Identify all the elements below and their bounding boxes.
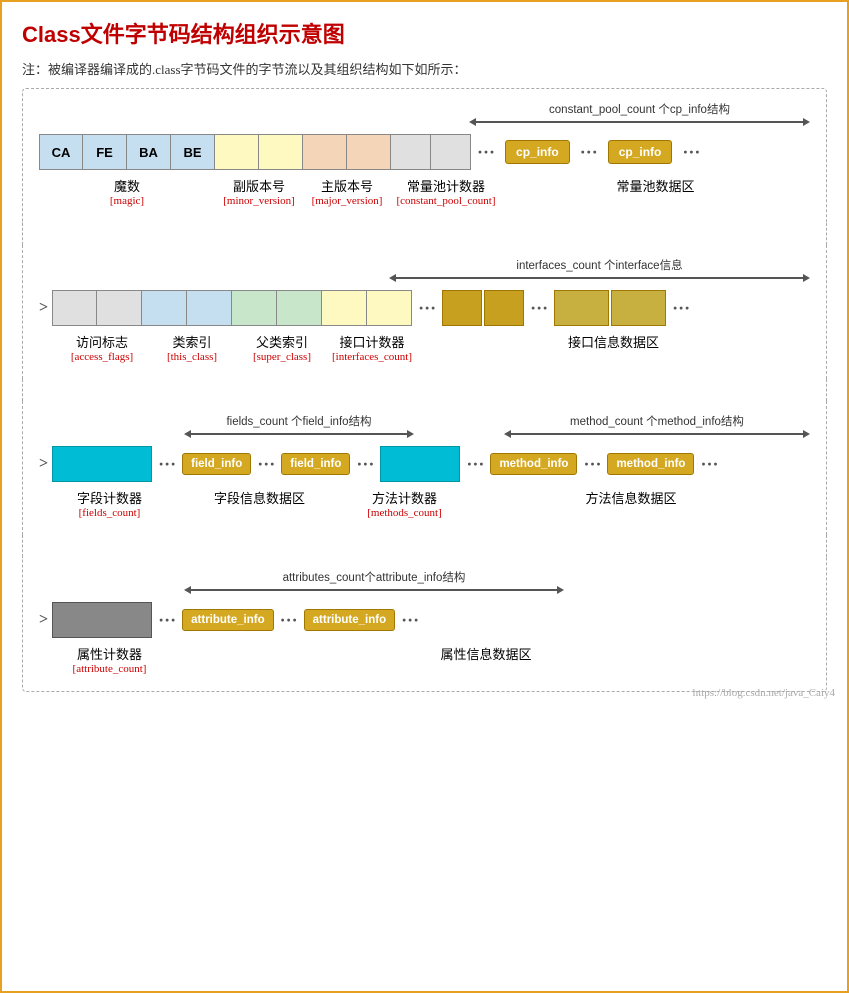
byte-attr-count [52, 602, 152, 638]
byte-BA: BA [127, 134, 171, 170]
s2-arrow-indicator: > [39, 299, 48, 317]
byte-minor2 [259, 134, 303, 170]
attribute-info-2: attribute_info [304, 609, 395, 631]
s4-bytes-row: > ··· attribute_info ··· attribute_info … [39, 602, 810, 638]
label-major-version: 主版本号 [major_version] [303, 176, 391, 207]
dots-s4-2: ··· [274, 610, 304, 631]
page-container: Class文件字节码结构组织示意图 注：被编译器编译成的.class字节码文件的… [2, 2, 847, 707]
label-interfaces-count: 接口计数器 [interfaces_count] [327, 332, 417, 363]
interface-info-blocks [442, 290, 524, 326]
page-title: Class文件字节码结构组织示意图 [22, 17, 827, 49]
label-super-class: 父类索引 [super_class] [237, 332, 327, 363]
interfaces-arrow-label: interfaces_count 个interface信息 [516, 257, 682, 273]
cp-info-block-1: cp_info [505, 140, 570, 164]
label-methods-count: 方法计数器 [methods_count] [357, 488, 452, 519]
byte-major1 [303, 134, 347, 170]
dots2: ··· [574, 142, 604, 163]
byte-minor1 [215, 134, 259, 170]
s2-bytes-row: > ··· ··· [39, 290, 810, 326]
label-access-flags: 访问标志 [access_flags] [57, 332, 147, 363]
method-info-2: method_info [607, 453, 694, 475]
byte-this1 [142, 290, 187, 326]
s2-labels-row: 访问标志 [access_flags] 类索引 [this_class] 父类索… [39, 332, 810, 363]
s3-arrow-indicator: > [39, 455, 48, 473]
s1-labels-row: 魔数 [magic] 副版本号 [minor_version] 主版本号 [ma… [39, 176, 810, 207]
s3-labels-row: 字段计数器 [fields_count] 字段信息数据区 方法计数器 [meth… [39, 488, 810, 519]
byte-icount2 [367, 290, 412, 326]
dots-s3-2: ··· [251, 454, 281, 475]
iface-blk1 [442, 290, 482, 326]
label-attr-data: 属性信息数据区 [162, 644, 810, 663]
fields-arrow: fields_count 个field_info结构 [184, 413, 414, 438]
dots-s3-1: ··· [152, 454, 182, 475]
byte-cpc1 [391, 134, 431, 170]
methods-arrow-label: method_count 个method_info结构 [570, 413, 744, 429]
dots-s4-3: ··· [395, 610, 425, 631]
label-attr-count: 属性计数器 [attribute_count] [57, 644, 162, 675]
label-fields-count: 字段计数器 [fields_count] [57, 488, 162, 519]
dots-s3-4: ··· [460, 454, 490, 475]
byte-access2 [97, 290, 142, 326]
cp-arrow-label: constant_pool_count 个cp_info结构 [549, 101, 730, 117]
dots-s3-3: ··· [350, 454, 380, 475]
connector-3-4 [22, 535, 827, 557]
method-info-1: method_info [490, 453, 577, 475]
byte-BE: BE [171, 134, 215, 170]
byte-fields-count [52, 446, 152, 482]
label-fields-data: 字段信息数据区 [162, 488, 357, 507]
section2-box: interfaces_count 个interface信息 > [22, 245, 827, 379]
attributes-arrow: attributes_count个attribute_info结构 [184, 569, 564, 594]
methods-arrow: method_count 个method_info结构 [504, 413, 810, 438]
section1-box: constant_pool_count 个cp_info结构 CA FE BA … [22, 88, 827, 223]
byte-super2 [277, 290, 322, 326]
s4-arrow-indicator: > [39, 611, 48, 629]
fields-arrow-label: fields_count 个field_info结构 [226, 413, 371, 429]
iface-blk3 [554, 290, 609, 326]
label-interface-data: 接口信息数据区 [417, 332, 810, 351]
label-constant-pool-data: 常量池数据区 [501, 176, 810, 195]
dots1: ··· [471, 142, 501, 163]
byte-methods-count [380, 446, 460, 482]
section3-box: fields_count 个field_info结构 method_count … [22, 401, 827, 535]
attribute-info-1: attribute_info [182, 609, 273, 631]
iface-blk4 [611, 290, 666, 326]
byte-super1 [232, 290, 277, 326]
label-magic: 魔数 [magic] [39, 176, 215, 207]
dots-s3-5: ··· [577, 454, 607, 475]
s3-arrows-row: fields_count 个field_info结构 method_count … [39, 413, 810, 440]
cp-info-block-2: cp_info [608, 140, 673, 164]
dots-s4-1: ··· [152, 610, 182, 631]
interface-info-blocks2 [554, 290, 666, 326]
interfaces-arrow: interfaces_count 个interface信息 [389, 257, 810, 282]
field-info-1: field_info [182, 453, 251, 475]
connector-1-2 [22, 223, 827, 245]
s4-labels-row: 属性计数器 [attribute_count] 属性信息数据区 [39, 644, 810, 675]
attributes-arrow-label: attributes_count个attribute_info结构 [283, 569, 466, 585]
label-minor-version: 副版本号 [minor_version] [215, 176, 303, 207]
byte-access1 [52, 290, 97, 326]
label-constant-pool-count: 常量池计数器 [constant_pool_count] [391, 176, 501, 207]
dots3: ··· [676, 142, 706, 163]
s3-bytes-row: > ··· field_info ··· field_info ··· ··· [39, 446, 810, 482]
byte-this2 [187, 290, 232, 326]
byte-FE: FE [83, 134, 127, 170]
label-this-class: 类索引 [this_class] [147, 332, 237, 363]
dots-s2-1: ··· [412, 298, 442, 319]
connector-2-3 [22, 379, 827, 401]
dots-s3-6: ··· [694, 454, 724, 475]
byte-icount1 [322, 290, 367, 326]
iface-blk2 [484, 290, 524, 326]
byte-cpc2 [431, 134, 471, 170]
byte-CA: CA [39, 134, 83, 170]
cp-arrow: constant_pool_count 个cp_info结构 [469, 101, 810, 126]
page-note: 注：被编译器编译成的.class字节码文件的字节流以及其组织结构如下如所示： [22, 59, 827, 78]
section4-box: attributes_count个attribute_info结构 > ··· [22, 557, 827, 692]
byte-major2 [347, 134, 391, 170]
watermark: https://blog.csdn.net/java_Caiy4 [693, 687, 835, 699]
dots-s2-3: ··· [666, 298, 696, 319]
label-methods-data: 方法信息数据区 [452, 488, 810, 507]
dots-s2-2: ··· [524, 298, 554, 319]
s1-bytes-row: CA FE BA BE ··· cp_info ··· cp_info ··· [39, 134, 810, 170]
field-info-2: field_info [281, 453, 350, 475]
